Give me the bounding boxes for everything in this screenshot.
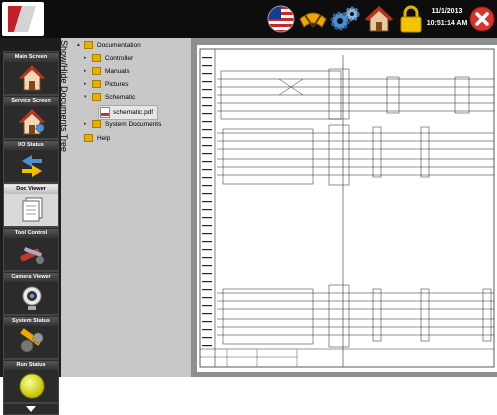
gears-icon[interactable] <box>328 2 362 36</box>
chevron-down-icon <box>26 406 36 412</box>
nav-doc-viewer[interactable]: Doc Viewer <box>3 183 59 227</box>
expand-icon[interactable]: ▸ <box>84 121 90 127</box>
nav-service-screen[interactable]: Service Screen <box>3 95 59 139</box>
tree-item-documentation[interactable]: ▲ Documentation <box>76 41 141 49</box>
tree-item-schematic-pdf[interactable]: schematic.pdf <box>98 105 159 120</box>
folder-icon <box>92 120 101 128</box>
date-text: 11/1/2013 <box>431 8 463 15</box>
tree-item-label: schematic.pdf <box>113 109 154 116</box>
nav-run-status[interactable]: Run Status <box>3 359 59 403</box>
collapse-icon[interactable]: ▲ <box>76 42 82 48</box>
home-icon[interactable] <box>362 2 396 36</box>
date-time-display: 11/1/2013 10:51:14 AM <box>423 6 471 30</box>
service-home-icon <box>18 109 46 135</box>
tree-item-label: Pictures <box>105 80 129 88</box>
documents-tree-pane <box>61 38 191 377</box>
main-nav-sidebar: Main Screen Service Screen I/O Status Do… <box>0 38 61 415</box>
nav-scroll-down-button[interactable] <box>3 403 59 415</box>
tree-item-help[interactable]: Help <box>76 134 110 142</box>
nav-tool-control[interactable]: Tool Control <box>3 227 59 271</box>
nav-label: Tool Control <box>4 229 58 238</box>
tree-toggle-label: Show/Hide Documents Tree <box>59 40 69 153</box>
schematic-page[interactable] <box>197 45 497 372</box>
home-icon <box>18 65 46 91</box>
run-status-icon <box>19 373 45 399</box>
nav-label: System Status <box>4 317 58 326</box>
nav-io-status[interactable]: I/O Status <box>3 139 59 183</box>
tree-item-pictures[interactable]: ▸ Pictures <box>84 80 128 88</box>
folder-icon <box>92 67 101 75</box>
expand-icon[interactable]: ▸ <box>84 55 90 61</box>
top-bar: 11/1/2013 10:51:14 AM <box>0 0 497 38</box>
folder-icon <box>92 80 101 88</box>
nav-label: Run Status <box>4 361 58 370</box>
folder-icon <box>84 134 93 142</box>
tree-item-manuals[interactable]: ▸ Manuals <box>84 67 130 75</box>
app-logo <box>2 2 44 36</box>
folder-icon <box>92 54 101 62</box>
nav-label: Main Screen <box>4 53 58 62</box>
windshield-wiper-icon[interactable] <box>296 2 330 36</box>
nav-label: Camera Viewer <box>4 273 58 282</box>
nav-label: Doc Viewer <box>4 185 58 194</box>
schematic-drawing <box>199 48 495 368</box>
time-text: 10:51:14 AM <box>426 20 468 27</box>
tree-item-label: Controller <box>105 54 134 62</box>
tree-item-schematic[interactable]: ▾ Schematic <box>84 93 135 101</box>
tree-item-label: System Documents <box>105 120 162 128</box>
tools-icon <box>20 247 44 264</box>
tree-item-label: Manuals <box>105 67 130 75</box>
nav-label: I/O Status <box>4 141 58 150</box>
tree-item-controller[interactable]: ▸ Controller <box>84 54 133 62</box>
folder-icon <box>84 41 93 49</box>
expand-icon[interactable]: ▸ <box>84 81 90 87</box>
tree-item-label: Help <box>97 134 111 142</box>
expand-icon[interactable]: ▸ <box>84 68 90 74</box>
tree-item-label: Documentation <box>97 41 141 49</box>
camera-icon <box>22 286 42 310</box>
tree-item-label: Schematic <box>105 93 136 101</box>
pdf-file-icon <box>100 107 110 118</box>
nav-label: Service Screen <box>4 97 58 106</box>
io-arrows-icon <box>22 155 42 177</box>
documents-icon <box>22 197 43 222</box>
folder-icon <box>92 93 101 101</box>
nav-main-screen[interactable]: Main Screen <box>3 51 59 95</box>
show-hide-tree-toggle[interactable]: Show/Hide Documents Tree <box>59 40 71 200</box>
nav-system-status[interactable]: System Status <box>3 315 59 359</box>
us-flag-icon[interactable] <box>264 2 298 36</box>
close-icon[interactable] <box>468 2 496 36</box>
nav-camera-viewer[interactable]: Camera Viewer <box>3 271 59 315</box>
collapse-icon[interactable]: ▾ <box>84 94 90 100</box>
system-status-icon <box>20 328 44 353</box>
tree-item-system-documents[interactable]: ▸ System Documents <box>84 120 161 128</box>
